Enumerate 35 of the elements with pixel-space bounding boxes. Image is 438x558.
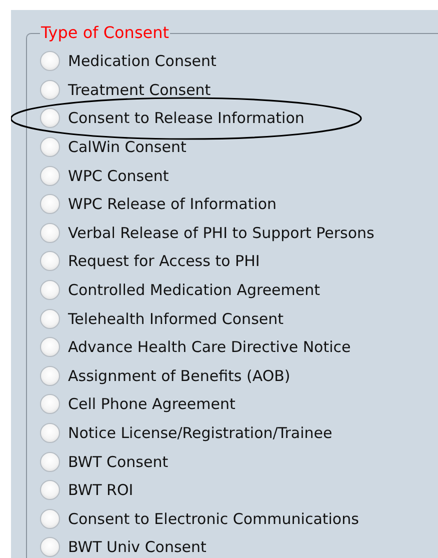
- option-label[interactable]: BWT Consent: [68, 452, 168, 471]
- option-label[interactable]: Treatment Consent: [68, 80, 211, 99]
- radio-button[interactable]: [40, 394, 60, 414]
- option-label[interactable]: Cell Phone Agreement: [68, 395, 236, 414]
- option-label[interactable]: Advance Health Care Directive Notice: [68, 338, 351, 356]
- radio-button[interactable]: [40, 222, 60, 243]
- radio-button[interactable]: [40, 137, 60, 158]
- option-label[interactable]: WPC Release of Information: [68, 195, 277, 214]
- option-label[interactable]: Verbal Release of PHI to Support Persons: [68, 224, 374, 242]
- radio-button[interactable]: [40, 423, 60, 444]
- radio-button[interactable]: [40, 366, 60, 386]
- radio-button[interactable]: [40, 108, 60, 128]
- option-label[interactable]: Controlled Medication Agreement: [68, 281, 320, 300]
- option-label[interactable]: BWT Univ Consent: [68, 538, 206, 556]
- radio-button[interactable]: [40, 280, 60, 300]
- radio-button[interactable]: [40, 80, 60, 100]
- radio-button[interactable]: [40, 508, 60, 529]
- radio-button[interactable]: [40, 251, 60, 272]
- radio-button[interactable]: [40, 537, 60, 558]
- option-label[interactable]: WPC Consent: [68, 166, 169, 185]
- option-label[interactable]: Medication Consent: [68, 52, 216, 70]
- radio-button[interactable]: [40, 194, 60, 214]
- option-label[interactable]: BWT ROI: [68, 481, 134, 500]
- option-label[interactable]: Assignment of Benefits (AOB): [68, 366, 290, 385]
- radio-button[interactable]: [40, 51, 60, 72]
- radio-button[interactable]: [40, 480, 60, 500]
- option-label[interactable]: CalWin Consent: [68, 138, 186, 156]
- option-label[interactable]: Notice License/Registration/Trainee: [68, 424, 332, 442]
- radio-button[interactable]: [40, 308, 60, 329]
- radio-button[interactable]: [40, 337, 60, 358]
- radio-button[interactable]: [40, 166, 60, 186]
- radio-button[interactable]: [40, 452, 60, 472]
- option-label[interactable]: Consent to Electronic Communications: [68, 510, 359, 528]
- option-label[interactable]: Request for Access to PHI: [68, 252, 260, 270]
- option-label[interactable]: Telehealth Informed Consent: [68, 310, 284, 328]
